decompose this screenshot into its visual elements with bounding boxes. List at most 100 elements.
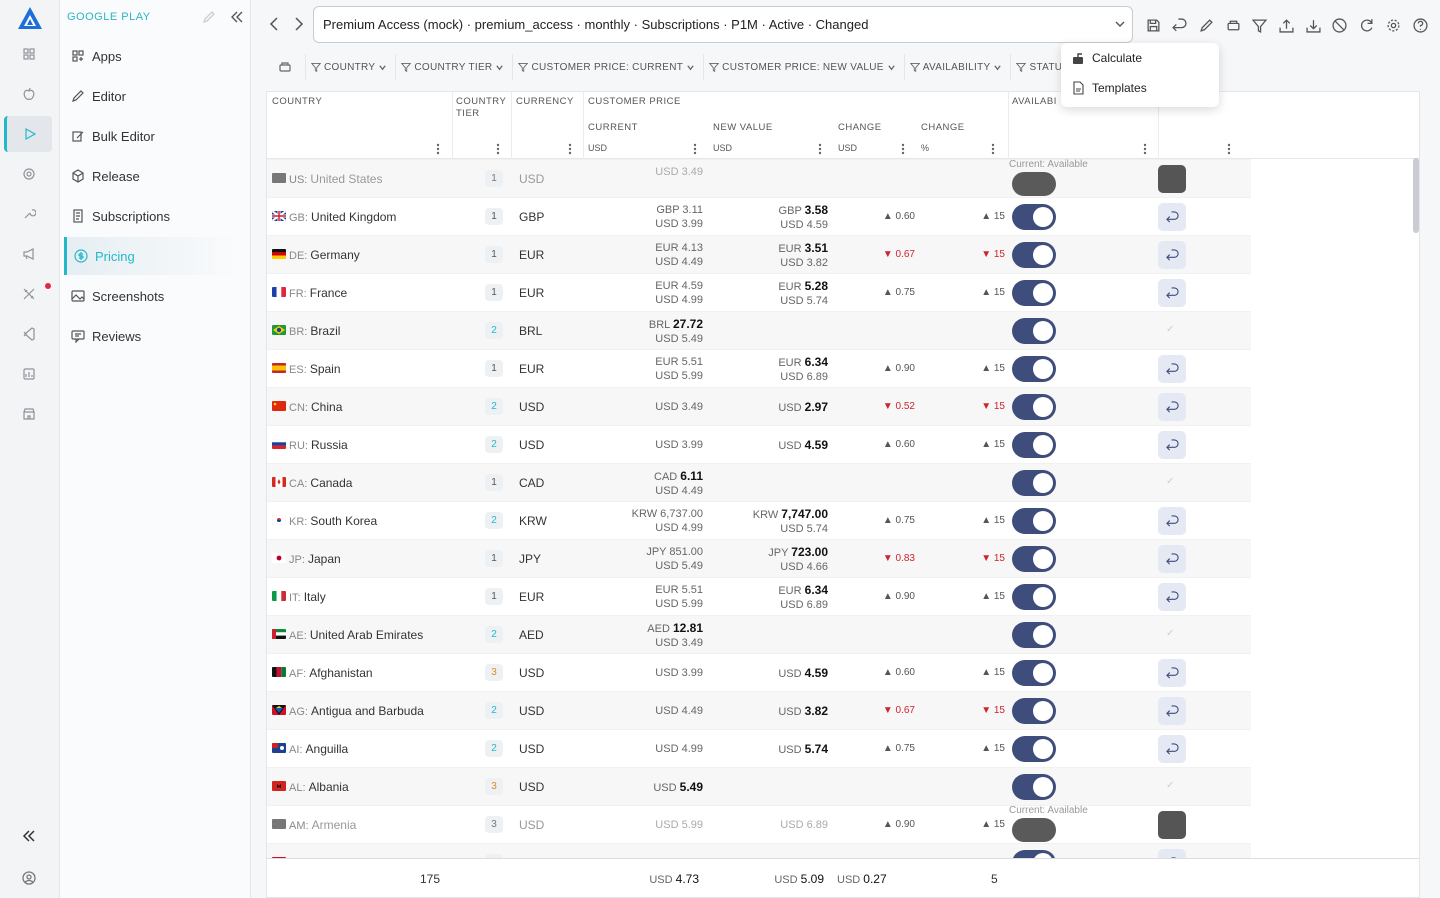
country-cell[interactable]: IT: Italy: [289, 590, 326, 604]
filter-customer-price-new-value[interactable]: CUSTOMER PRICE: NEW VALUE: [704, 54, 905, 80]
rail-item-chart[interactable]: [5, 356, 53, 392]
sidebar-item-subscriptions[interactable]: Subscriptions: [64, 197, 244, 235]
header-availability[interactable]: AVAILABI: [1012, 96, 1057, 107]
revert-button[interactable]: [1158, 507, 1186, 535]
rail-item-tools[interactable]: [5, 276, 53, 312]
current-price-cell[interactable]: USD 5.99: [593, 818, 703, 832]
current-price-cell[interactable]: KRW 6,737.00 USD 4.99: [593, 507, 703, 535]
edit-pencil-icon[interactable]: [202, 10, 216, 24]
current-price-cell[interactable]: USD 5.49: [593, 780, 703, 795]
availability-toggle[interactable]: [1012, 818, 1056, 842]
rail-item-apps-grid[interactable]: [5, 36, 53, 72]
block-button[interactable]: [1331, 16, 1349, 34]
table-row[interactable]: KR: South Korea 2 KRW KRW 6,737.00 USD 4.99 K…: [267, 501, 1251, 539]
new-price-cell[interactable]: EUR 6.34 USD 6.89: [718, 583, 828, 612]
country-cell[interactable]: GB: United Kingdom: [289, 210, 396, 224]
country-cell[interactable]: AI: Anguilla: [289, 742, 348, 756]
availability-toggle[interactable]: [1012, 356, 1056, 382]
sidebar-item-screenshots[interactable]: Screenshots: [64, 277, 244, 315]
current-price-cell[interactable]: USD 3.49: [593, 165, 703, 179]
table-row[interactable]: RU: Russia 2 USD USD 3.99 USD 4.59 ▲ 0.60 ▲ 15: [267, 425, 1251, 463]
new-price-cell[interactable]: USD 4.59: [718, 666, 828, 681]
current-price-cell[interactable]: EUR 5.51 USD 5.99: [593, 355, 703, 383]
country-cell[interactable]: RU: Russia: [289, 438, 348, 452]
current-price-cell[interactable]: USD 3.49: [593, 400, 703, 414]
edit-button[interactable]: [1197, 16, 1215, 34]
availability-toggle[interactable]: [1012, 470, 1056, 496]
country-cell[interactable]: CN: China: [289, 400, 342, 414]
filter-availability[interactable]: AVAILABILITY: [905, 54, 1012, 80]
country-cell[interactable]: CA: Canada: [289, 476, 352, 490]
view-button[interactable]: [1224, 16, 1242, 34]
column-menu-icon[interactable]: [1227, 143, 1231, 155]
availability-toggle[interactable]: [1012, 546, 1056, 572]
sidebar-item-release[interactable]: Release: [64, 157, 244, 195]
availability-toggle[interactable]: [1012, 698, 1056, 724]
new-price-cell[interactable]: USD 3.82: [718, 704, 828, 719]
current-price-cell[interactable]: USD 3.99: [593, 438, 703, 452]
table-row[interactable]: ES: Spain 1 EUR EUR 5.51 USD 5.99 EUR 6.34 USD…: [267, 349, 1251, 387]
new-price-cell[interactable]: EUR 3.51 USD 3.82: [718, 241, 828, 270]
sidebar-item-apps[interactable]: Apps: [64, 37, 244, 75]
availability-toggle[interactable]: [1012, 280, 1056, 306]
country-cell[interactable]: AM: Armenia: [289, 818, 356, 832]
column-menu-icon[interactable]: [901, 143, 905, 155]
availability-toggle[interactable]: [1012, 172, 1056, 196]
availability-toggle[interactable]: [1012, 318, 1056, 344]
breadcrumb[interactable]: Premium Access (mock) · premium_access ·…: [313, 6, 1133, 43]
availability-toggle[interactable]: [1012, 508, 1056, 534]
table-row[interactable]: AF: Afghanistan 3 USD USD 3.99 USD 4.59 ▲ 0.6…: [267, 653, 1251, 691]
sidebar-item-pricing[interactable]: Pricing: [64, 237, 244, 275]
current-price-cell[interactable]: USD 4.99: [593, 742, 703, 756]
table-row[interactable]: AL: Albania 3 USD USD 5.49 ✓: [267, 767, 1251, 805]
country-cell[interactable]: US: United States: [289, 172, 382, 186]
current-price-cell[interactable]: EUR 4.13 USD 4.49: [593, 241, 703, 269]
revert-button[interactable]: [1158, 431, 1186, 459]
calculate-menu-item[interactable]: Calculate: [1061, 43, 1219, 73]
header-currency[interactable]: CURRENCY: [516, 96, 574, 107]
filter-customer-price-current[interactable]: CUSTOMER PRICE: CURRENT: [513, 54, 705, 80]
new-price-cell[interactable]: KRW 7,747.00 USD 5.74: [718, 507, 828, 536]
availability-toggle[interactable]: [1012, 736, 1056, 762]
table-row[interactable]: AG: Antigua and Barbuda 2 USD USD 4.49 USD 3…: [267, 691, 1251, 729]
header-change[interactable]: CHANGE: [838, 122, 882, 133]
sidebar-item-reviews[interactable]: Reviews: [64, 317, 244, 355]
current-price-cell[interactable]: EUR 4.59 USD 4.99: [593, 279, 703, 307]
current-price-cell[interactable]: GBP 3.11 USD 3.99: [593, 203, 703, 231]
current-price-cell[interactable]: JPY 851.00 USD 5.49: [593, 545, 703, 573]
current-price-cell[interactable]: CAD 6.11 USD 4.49: [593, 469, 703, 498]
availability-toggle[interactable]: [1012, 774, 1056, 800]
availability-toggle[interactable]: [1012, 622, 1056, 648]
header-tier[interactable]: COUNTRY TIER: [456, 96, 511, 120]
refresh-button[interactable]: [1358, 16, 1376, 34]
availability-toggle[interactable]: [1012, 584, 1056, 610]
availability-toggle[interactable]: [1012, 242, 1056, 268]
column-menu-icon[interactable]: [693, 143, 697, 155]
table-row[interactable]: IT: Italy 1 EUR EUR 5.51 USD 5.99 EUR 6.34 USD…: [267, 577, 1251, 615]
new-price-cell[interactable]: USD 4.59: [718, 438, 828, 453]
availability-toggle[interactable]: [1012, 394, 1056, 420]
filter-country[interactable]: COUNTRY: [306, 54, 397, 80]
scrollbar[interactable]: [1413, 158, 1419, 233]
collapse-sidebar-icon[interactable]: [230, 10, 244, 24]
current-price-cell[interactable]: AED 12.81 USD 3.49: [593, 621, 703, 650]
availability-toggle[interactable]: [1012, 660, 1056, 686]
table-row[interactable]: AI: Anguilla 2 USD USD 4.99 USD 5.74 ▲ 0.75 ▲ …: [267, 729, 1251, 767]
table-row[interactable]: FR: France 1 EUR EUR 4.59 USD 4.99 EUR 5.28 US…: [267, 273, 1251, 311]
revert-button[interactable]: [1158, 203, 1186, 231]
sidebar-item-editor[interactable]: Editor: [64, 77, 244, 115]
new-price-cell[interactable]: USD 6.89: [718, 818, 828, 832]
column-menu-icon[interactable]: [991, 143, 995, 155]
account-icon[interactable]: [5, 860, 53, 896]
settings-button[interactable]: [1384, 16, 1402, 34]
current-price-cell[interactable]: USD 4.49: [593, 704, 703, 718]
header-current[interactable]: CURRENT: [588, 122, 638, 133]
column-menu-icon[interactable]: [568, 143, 572, 155]
country-cell[interactable]: AL: Albania: [289, 780, 349, 794]
help-button[interactable]: [1411, 16, 1429, 34]
country-cell[interactable]: ES: Spain: [289, 362, 341, 376]
revert-button[interactable]: [1158, 393, 1186, 421]
rail-item-google-play[interactable]: [4, 116, 52, 152]
header-customer-price[interactable]: CUSTOMER PRICE: [588, 96, 681, 107]
availability-toggle[interactable]: [1012, 204, 1056, 230]
